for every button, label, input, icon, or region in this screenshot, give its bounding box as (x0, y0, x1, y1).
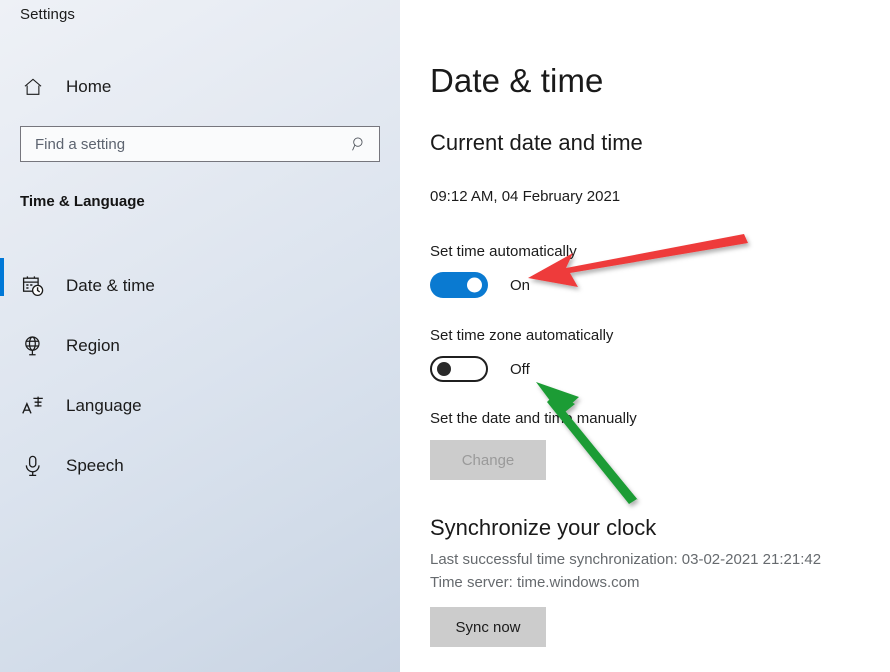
search-box[interactable] (20, 126, 380, 162)
sidebar-nav: Date & time Region Language Speech (0, 256, 400, 496)
search-button[interactable] (339, 127, 379, 161)
search-input[interactable] (21, 127, 339, 161)
sync-now-button[interactable]: Sync now (430, 607, 546, 647)
microphone-icon (20, 453, 46, 479)
set-time-automatically-toggle[interactable] (430, 272, 488, 298)
toggle-knob (437, 362, 451, 376)
change-button[interactable]: Change (430, 440, 546, 480)
main-content: Date & time Current date and time 09:12 … (400, 0, 890, 672)
sidebar-item-speech-label: Speech (66, 456, 124, 475)
last-sync-text: Last successful time synchronization: 03… (430, 551, 822, 568)
selection-indicator (0, 258, 4, 296)
set-time-automatically-row: On (430, 272, 530, 298)
time-server-text: Time server: time.windows.com (430, 574, 640, 591)
settings-window: Settings Home Time & Language (0, 0, 890, 672)
set-time-zone-automatically-label: Set time zone automatically (430, 327, 614, 344)
sidebar: Settings Home Time & Language (0, 0, 400, 672)
page-title: Date & time (430, 62, 604, 99)
app-title: Settings (20, 6, 75, 23)
sidebar-item-language-label: Language (66, 396, 142, 415)
sidebar-item-region-label: Region (66, 336, 120, 355)
set-time-zone-automatically-row: Off (430, 356, 530, 382)
set-time-zone-automatically-toggle[interactable] (430, 356, 488, 382)
sidebar-item-home[interactable]: Home (14, 70, 111, 104)
set-time-automatically-state: On (510, 276, 531, 294)
calendar-clock-icon (20, 273, 46, 299)
current-datetime-value: 09:12 AM, 04 February 2021 (430, 188, 621, 205)
sidebar-item-language[interactable]: Language (0, 376, 400, 436)
home-icon (20, 74, 46, 100)
sidebar-item-region[interactable]: Region (0, 316, 400, 376)
sidebar-item-date-time[interactable]: Date & time (0, 256, 400, 316)
sidebar-item-home-label: Home (66, 77, 112, 96)
set-time-automatically-label: Set time automatically (430, 243, 577, 260)
section-heading-synchronize-clock: Synchronize your clock (430, 515, 657, 540)
toggle-knob (467, 277, 482, 293)
set-date-time-manually-label: Set the date and time manually (430, 410, 637, 427)
globe-icon (20, 333, 46, 359)
set-time-zone-automatically-state: Off (510, 360, 530, 378)
sidebar-item-date-time-label: Date & time (66, 276, 155, 295)
section-heading-current-date-time: Current date and time (430, 130, 643, 155)
sidebar-item-speech[interactable]: Speech (0, 436, 400, 496)
language-icon (20, 393, 46, 419)
sidebar-group-title: Time & Language (20, 193, 145, 210)
